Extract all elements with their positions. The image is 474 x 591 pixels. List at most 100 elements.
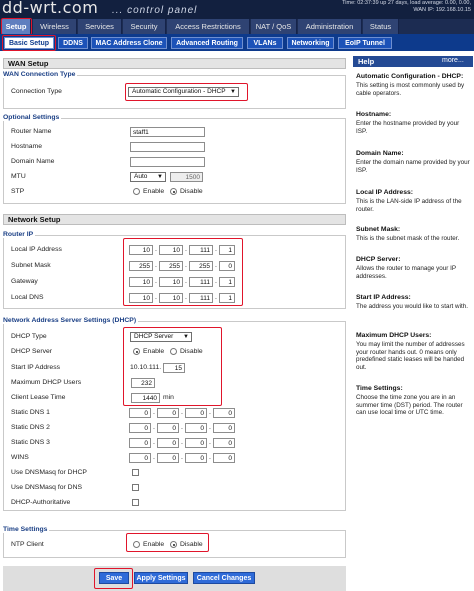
- dnsmasq-dhcp-label: Use DNSMasq for DHCP: [11, 469, 87, 476]
- help-more-link[interactable]: more...: [442, 57, 464, 64]
- wins-octet-1[interactable]: 0: [129, 453, 151, 463]
- wan-ip-text: WAN IP: 192.168.10.15: [413, 7, 471, 13]
- router-ip-legend: Router IP: [3, 231, 36, 238]
- wins-octet-3[interactable]: 0: [185, 453, 207, 463]
- optional-settings-legend: Optional Settings: [3, 114, 62, 121]
- subtab-networking[interactable]: Networking: [287, 37, 334, 49]
- router-ip-highlight: [123, 238, 243, 306]
- ddwrt-logo: dd-wrt.com: [2, 0, 99, 17]
- connection-type-highlight: [125, 83, 248, 101]
- client-lease-time-label: Client Lease Time: [11, 394, 66, 401]
- help-title: Help: [358, 57, 375, 66]
- dhcp-authoritative-checkbox[interactable]: [132, 499, 139, 506]
- wan-setup-header: WAN Setup: [3, 58, 346, 69]
- router-name-input[interactable]: staff1: [130, 127, 205, 137]
- wins-octet-2[interactable]: 0: [157, 453, 179, 463]
- help-heading-dhcp: Automatic Configuration - DHCP:: [356, 73, 464, 80]
- dnsmasq-dns-checkbox[interactable]: [132, 484, 139, 491]
- tab-security[interactable]: Security: [123, 19, 166, 34]
- subtab-eoip-tunnel[interactable]: EoIP Tunnel: [338, 37, 392, 49]
- time-settings-legend: Time Settings: [3, 526, 50, 533]
- static-dns1-octet-2[interactable]: 0: [157, 408, 179, 418]
- subnet-mask-label: Subnet Mask: [11, 262, 51, 269]
- ntp-client-label: NTP Client: [11, 541, 44, 548]
- stp-disable-radio[interactable]: [170, 188, 177, 195]
- apply-settings-button[interactable]: Apply Settings: [134, 572, 188, 584]
- static-dns3-label: Static DNS 3: [11, 439, 50, 446]
- setup-tab-highlight: [1, 18, 32, 35]
- uptime-text: Time: 02:37:39 up 27 days, load average:…: [342, 0, 471, 6]
- tab-nat-qos[interactable]: NAT / QoS: [251, 19, 297, 34]
- tab-access-restrictions[interactable]: Access Restrictions: [167, 19, 250, 34]
- help-heading-domain: Domain Name:: [356, 150, 404, 157]
- help-text-domain: Enter the domain name provided by your I…: [356, 159, 470, 174]
- cancel-changes-button[interactable]: Cancel Changes: [193, 572, 255, 584]
- domain-name-input[interactable]: [130, 157, 205, 167]
- stp-disable-text: Disable: [180, 188, 203, 195]
- static-dns3-octet-3[interactable]: 0: [185, 438, 207, 448]
- basic-setup-highlight: [2, 35, 56, 51]
- dhcp-legend: Network Address Server Settings (DHCP): [3, 317, 139, 324]
- wins-label: WINS: [11, 454, 29, 461]
- network-setup-header: Network Setup: [3, 214, 346, 225]
- mtu-mode-value: Auto: [134, 173, 148, 180]
- subtab-advanced-routing[interactable]: Advanced Routing: [171, 37, 243, 49]
- control-panel-subtitle: ... control panel: [112, 5, 198, 16]
- static-dns3-octet-4[interactable]: 0: [213, 438, 235, 448]
- static-dns1-octet-1[interactable]: 0: [129, 408, 151, 418]
- tab-wireless[interactable]: Wireless: [33, 19, 77, 34]
- wins-octet-4[interactable]: 0: [213, 453, 235, 463]
- dhcp-authoritative-label: DHCP-Authoritative: [11, 499, 71, 506]
- hostname-input[interactable]: [130, 142, 205, 152]
- dhcp-settings-highlight: [123, 327, 222, 406]
- help-text-local-ip: This is the LAN-side IP address of the r…: [356, 198, 462, 213]
- connection-type-label: Connection Type: [11, 88, 62, 95]
- subtab-ddns[interactable]: DDNS: [58, 37, 88, 49]
- chevron-down-icon: ▼: [157, 174, 163, 180]
- help-heading-time: Time Settings:: [356, 385, 403, 392]
- start-ip-label: Start IP Address: [11, 364, 60, 371]
- help-text-start-ip: The address you would like to start with…: [356, 303, 468, 310]
- help-heading-hostname: Hostname:: [356, 111, 392, 118]
- subtab-mac-address-clone[interactable]: MAC Address Clone: [91, 37, 167, 49]
- static-dns1-octet-4[interactable]: 0: [213, 408, 235, 418]
- static-dns2-label: Static DNS 2: [11, 424, 50, 431]
- help-text-max-users: You may limit the number of addresses yo…: [356, 341, 465, 371]
- subtab-vlans[interactable]: VLANs: [247, 37, 283, 49]
- help-text-dhcp: This setting is most commonly used by ca…: [356, 82, 465, 97]
- dhcp-server-label: DHCP Server: [11, 348, 53, 355]
- dhcp-type-label: DHCP Type: [11, 333, 47, 340]
- stp-enable-radio[interactable]: [133, 188, 140, 195]
- gateway-label: Gateway: [11, 278, 38, 285]
- static-dns2-octet-4[interactable]: 0: [213, 423, 235, 433]
- hostname-label: Hostname: [11, 143, 42, 150]
- ntp-client-highlight: [126, 533, 209, 552]
- help-text-subnet: This is the subnet mask of the router.: [356, 235, 460, 242]
- static-dns2-octet-2[interactable]: 0: [157, 423, 179, 433]
- static-dns1-octet-3[interactable]: 0: [185, 408, 207, 418]
- static-dns3-octet-1[interactable]: 0: [129, 438, 151, 448]
- help-text-dhcp-server: Allows the router to manage your IP addr…: [356, 265, 456, 280]
- max-dhcp-users-label: Maximum DHCP Users: [11, 379, 82, 386]
- static-dns2-octet-3[interactable]: 0: [185, 423, 207, 433]
- mtu-mode-select[interactable]: Auto ▼: [130, 172, 166, 182]
- tab-services[interactable]: Services: [78, 19, 122, 34]
- help-heading-start-ip: Start IP Address:: [356, 294, 411, 301]
- save-button-highlight: [94, 568, 133, 589]
- mtu-value-input[interactable]: 1500: [170, 172, 203, 182]
- help-heading-dhcp-server: DHCP Server:: [356, 256, 401, 263]
- help-text-time: Choose the time zone you are in an summe…: [356, 394, 463, 416]
- tab-administration[interactable]: Administration: [298, 19, 362, 34]
- domain-name-label: Domain Name: [11, 158, 55, 165]
- help-heading-subnet: Subnet Mask:: [356, 226, 401, 233]
- header-status-info: Time: 02:37:39 up 27 days, load average:…: [342, 0, 471, 14]
- static-dns2-octet-1[interactable]: 0: [129, 423, 151, 433]
- dnsmasq-dhcp-checkbox[interactable]: [132, 469, 139, 476]
- static-dns3-octet-2[interactable]: 0: [157, 438, 179, 448]
- tab-status[interactable]: Status: [363, 19, 399, 34]
- stp-label: STP: [11, 188, 25, 195]
- dnsmasq-dns-label: Use DNSMasq for DNS: [11, 484, 83, 491]
- wan-connection-type-legend: WAN Connection Type: [3, 71, 78, 78]
- local-ip-label: Local IP Address: [11, 246, 62, 253]
- static-dns1-label: Static DNS 1: [11, 409, 50, 416]
